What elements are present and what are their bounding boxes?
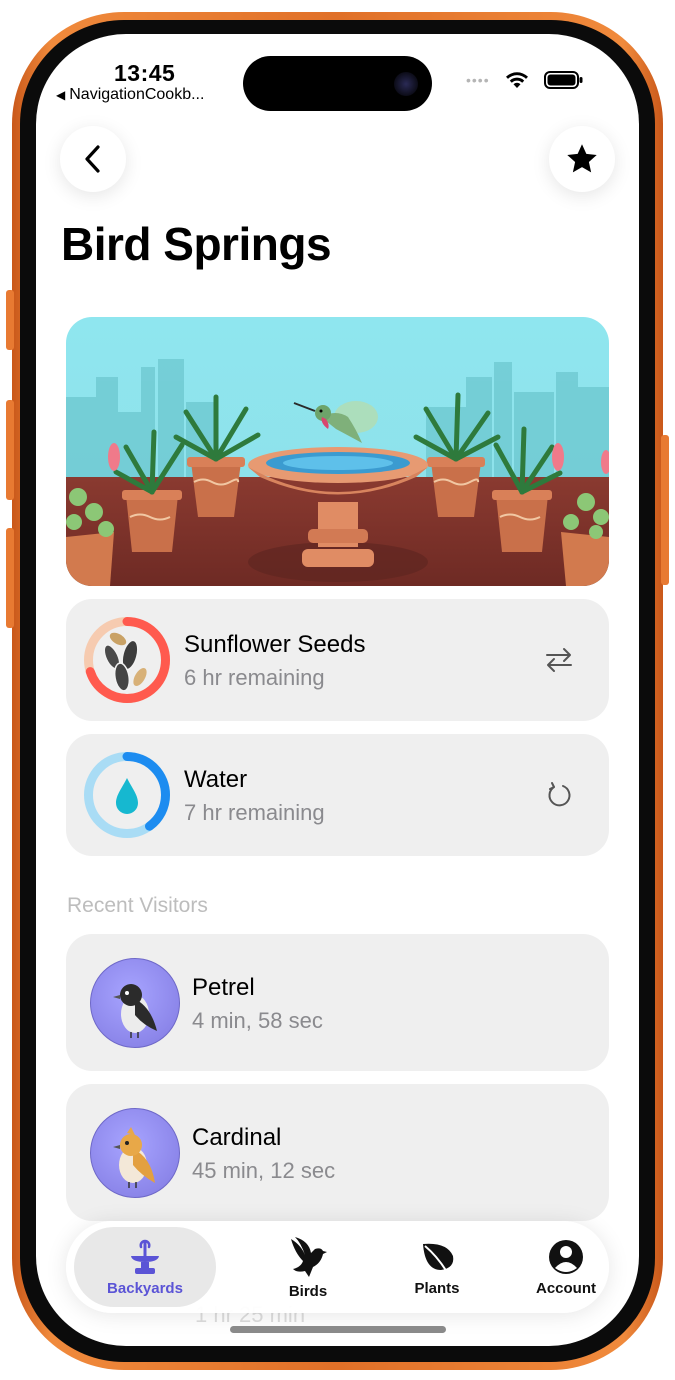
supply-card-water[interactable]: Water 7 hr remaining (66, 734, 609, 856)
swap-arrows-icon[interactable] (543, 644, 575, 676)
wifi-icon (505, 72, 528, 88)
home-indicator[interactable] (230, 1326, 446, 1333)
power-button (661, 435, 669, 585)
page-title: Bird Springs (61, 218, 332, 270)
dynamic-island (243, 56, 432, 111)
star-icon (567, 144, 597, 173)
back-triangle-icon: ◀ (56, 88, 66, 102)
favorite-button[interactable] (549, 126, 615, 192)
camera-icon (394, 72, 418, 96)
visitor-time: 4 min, 58 sec (192, 1008, 323, 1033)
volume-down-button (6, 528, 14, 628)
leaf-icon (423, 1243, 454, 1273)
seed-level-ring (84, 617, 170, 703)
cellular-dots-icon: •••• (466, 72, 490, 88)
visitor-card-cardinal[interactable]: Cardinal 45 min, 12 sec (66, 1084, 609, 1221)
supply-name: Sunflower Seeds (184, 631, 366, 658)
chevron-left-icon (85, 145, 100, 173)
bird-icon (291, 1236, 327, 1277)
person-circle-icon (549, 1239, 583, 1274)
tab-account[interactable]: Account (502, 1221, 630, 1313)
tab-label: Plants (414, 1279, 460, 1297)
battery-icon (543, 71, 583, 89)
supply-name: Water (184, 766, 248, 793)
backyard-illustration (66, 317, 609, 586)
back-app-label: NavigationCookb... (69, 86, 205, 103)
action-button (6, 290, 14, 350)
supply-remaining: 7 hr remaining (184, 800, 325, 825)
tab-plants[interactable]: Plants (373, 1221, 501, 1313)
tab-label: Birds (288, 1282, 328, 1300)
refresh-icon[interactable] (543, 779, 575, 811)
visitor-name: Petrel (192, 974, 255, 1001)
tab-birds[interactable]: Birds (244, 1221, 372, 1313)
supply-card-sunflower-seeds[interactable]: Sunflower Seeds 6 hr remaining (66, 599, 609, 721)
volume-up-button (6, 400, 14, 500)
recent-visitors-heading: Recent Visitors (67, 894, 208, 917)
back-to-app-link[interactable]: ◀ NavigationCookb... (56, 86, 204, 104)
tab-bar: Backyards Birds Plants Account (66, 1221, 609, 1313)
fountain-icon (131, 1239, 159, 1274)
visitor-time: 45 min, 12 sec (192, 1158, 336, 1183)
tab-label: Backyards (107, 1279, 183, 1297)
supply-remaining: 6 hr remaining (184, 665, 325, 690)
cardinal-avatar (90, 1108, 180, 1198)
water-level-ring (84, 752, 170, 838)
tab-label: Account (536, 1279, 596, 1297)
tab-backyards[interactable]: Backyards (74, 1227, 216, 1307)
visitor-card-petrel[interactable]: Petrel 4 min, 58 sec (66, 934, 609, 1071)
water-drop-icon (116, 778, 138, 814)
status-time: 13:45 (114, 60, 176, 86)
cardinal-icon (113, 1127, 155, 1188)
visitor-name: Cardinal (192, 1124, 282, 1151)
status-indicators: •••• (466, 70, 584, 90)
petrel-avatar (90, 958, 180, 1048)
screen: 13:45 ◀ NavigationCookb... •••• Bird Spri… (36, 34, 639, 1346)
back-button[interactable] (60, 126, 126, 192)
seeds-icon (103, 632, 147, 692)
petrel-icon (113, 984, 157, 1038)
